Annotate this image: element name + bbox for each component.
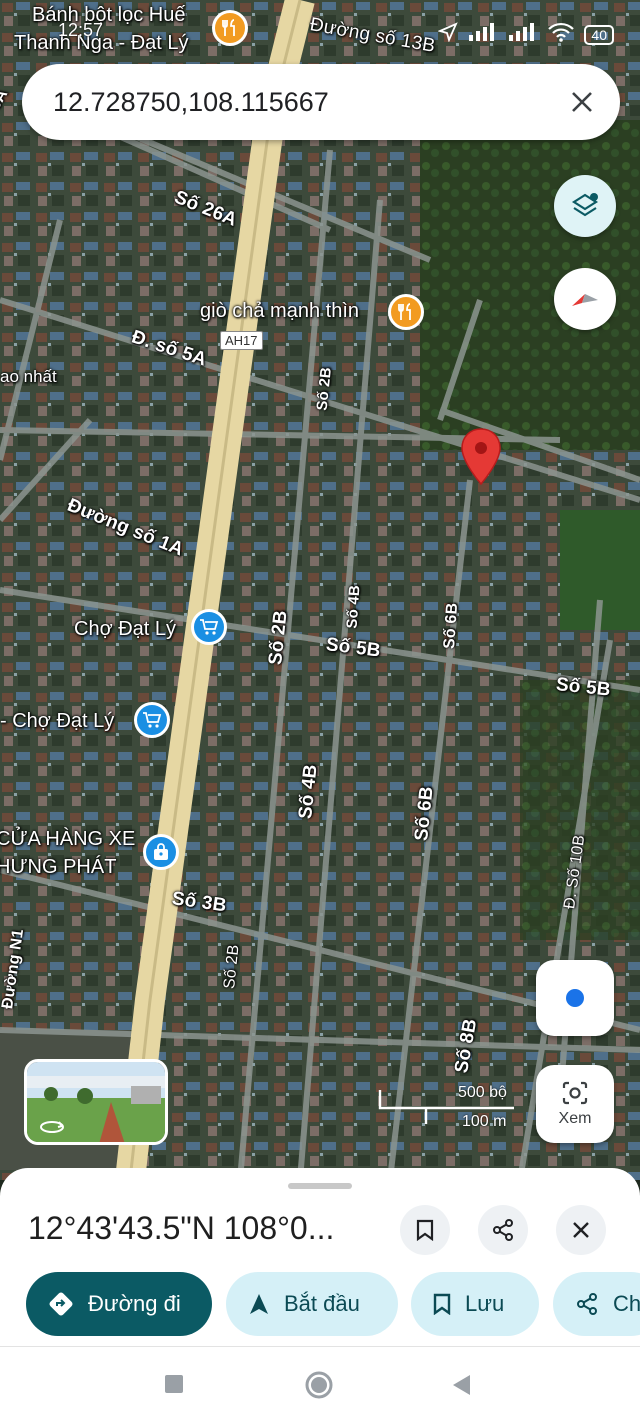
sheet-drag-handle[interactable] — [288, 1183, 352, 1189]
location-pin-icon — [459, 427, 503, 494]
poi-label[interactable]: HƯNG PHÁT — [0, 856, 116, 879]
location-arrow-icon — [437, 22, 459, 47]
back-button[interactable] — [452, 1374, 472, 1401]
share-label: Ch — [613, 1291, 640, 1316]
scale-metric: 100 m — [462, 1113, 507, 1130]
bookmark-icon — [433, 1293, 451, 1315]
layers-icon — [571, 193, 599, 217]
poi-label[interactable]: giò chả mạnh thìn — [200, 300, 359, 323]
share-icon — [575, 1292, 599, 1316]
divider — [0, 1346, 640, 1347]
directions-button[interactable]: Đường đi — [26, 1272, 212, 1336]
lens-label: Xem — [558, 1110, 592, 1127]
bookmark-icon — [416, 1219, 434, 1241]
search-query[interactable]: 12.728750,108.115667 — [53, 87, 552, 118]
save-button[interactable]: Lưu — [411, 1272, 539, 1336]
my-location-icon — [566, 989, 584, 1007]
square-icon — [165, 1375, 183, 1393]
shopping-cart-icon[interactable] — [191, 609, 227, 645]
search-bar[interactable]: 12.728750,108.115667 — [22, 64, 620, 140]
recents-button[interactable] — [164, 1374, 184, 1399]
save-bookmark-button[interactable] — [400, 1205, 450, 1255]
start-label: Bắt đầu — [284, 1291, 360, 1316]
status-bar: 12:57 40 — [0, 0, 640, 45]
road-label: Số 6B — [441, 602, 462, 650]
close-icon[interactable] — [552, 72, 612, 132]
street-view-360-icon — [39, 1118, 65, 1139]
close-sheet-button[interactable] — [556, 1205, 606, 1255]
poi-label: ao nhất — [0, 367, 57, 386]
place-coordinates: 12°43'43.5"N 108°0... — [28, 1210, 335, 1246]
save-label: Lưu — [465, 1291, 505, 1316]
signal-icon — [468, 23, 498, 46]
share-icon — [493, 1219, 513, 1241]
directions-icon — [48, 1291, 74, 1317]
road-label: Số 4B — [343, 584, 364, 630]
directions-label: Đường đi — [88, 1291, 181, 1316]
camera-lens-icon — [562, 1081, 588, 1105]
poi-label[interactable]: Chợ Đạt Lý — [74, 618, 176, 641]
restaurant-icon[interactable] — [388, 294, 424, 330]
signal-icon — [508, 23, 538, 46]
scale-imperial: 500 bộ — [458, 1084, 507, 1101]
circle-icon — [305, 1371, 333, 1399]
compass-button[interactable] — [554, 268, 616, 330]
navigation-arrow-icon — [248, 1292, 270, 1316]
share-chip-button[interactable]: Ch — [553, 1272, 640, 1336]
wifi-icon — [548, 22, 575, 47]
shopping-bag-icon[interactable] — [143, 834, 179, 870]
compass-icon — [572, 294, 598, 306]
status-time: 12:57 — [58, 20, 104, 40]
lens-button[interactable]: Xem — [536, 1065, 614, 1143]
layers-button[interactable] — [554, 175, 616, 237]
poi-label[interactable]: - Chợ Đạt Lý — [0, 710, 114, 733]
start-button[interactable]: Bắt đầu — [226, 1272, 398, 1336]
share-button[interactable] — [478, 1205, 528, 1255]
close-icon — [573, 1222, 589, 1238]
my-location-button[interactable] — [536, 960, 614, 1036]
home-button[interactable] — [304, 1370, 334, 1405]
street-view-thumbnail[interactable] — [24, 1059, 168, 1145]
poi-label[interactable]: CỬA HÀNG XE — [0, 828, 135, 851]
back-triangle-icon — [453, 1375, 470, 1395]
highway-shield: AH17 — [220, 331, 263, 350]
map-scale: 500 bộ 100 m — [376, 1084, 516, 1134]
battery-indicator: 40 — [584, 24, 614, 45]
shopping-cart-icon[interactable] — [134, 702, 170, 738]
